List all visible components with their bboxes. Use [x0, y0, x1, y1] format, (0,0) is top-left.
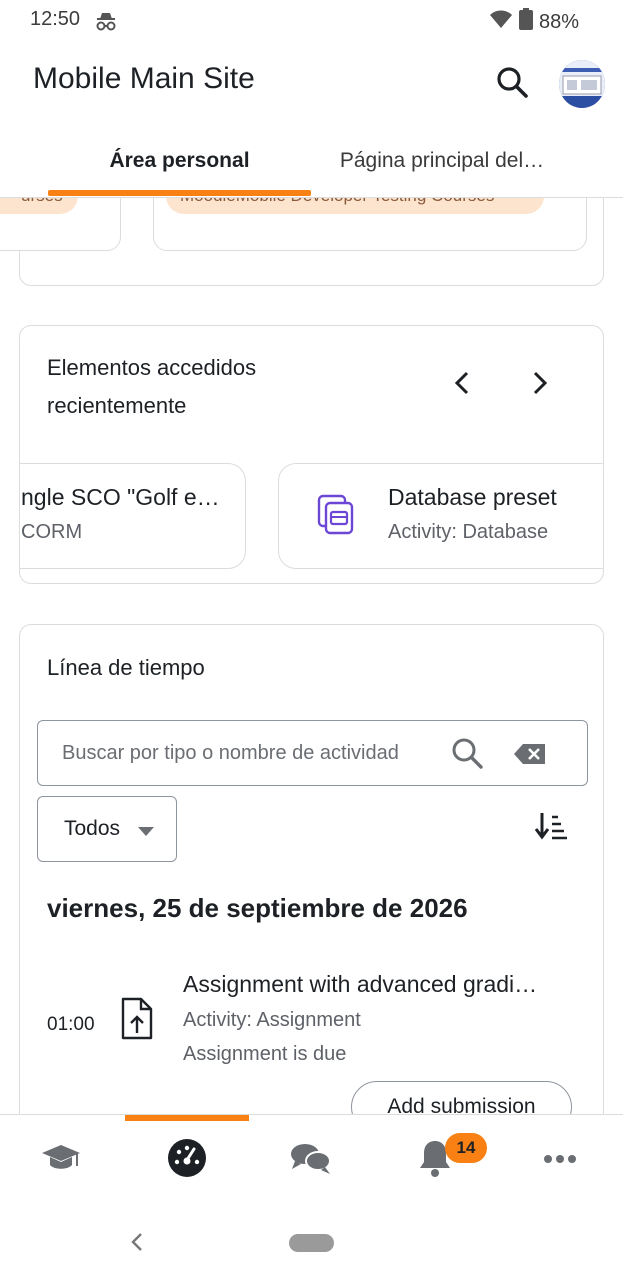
event-status: Assignment is due — [183, 1043, 347, 1065]
home-pill[interactable] — [289, 1234, 334, 1252]
next-button[interactable] — [518, 363, 562, 407]
courses-block: urses MoodleMobile Developer Testing Cou… — [0, 198, 604, 286]
previous-button[interactable] — [440, 363, 484, 407]
chevron-left-icon — [453, 370, 471, 401]
active-tab-indicator — [48, 190, 311, 196]
search-button[interactable] — [490, 62, 534, 106]
more-dots-icon — [543, 1151, 577, 1169]
tab-site-home[interactable]: Página principal del… — [311, 124, 573, 198]
battery-level: 88% — [538, 10, 579, 33]
notifications-badge: 14 — [445, 1133, 487, 1163]
event-title[interactable]: Assignment with advanced gradi… — [183, 971, 537, 998]
recent-item[interactable]: Database preset Activity: Database — [278, 463, 603, 569]
battery-icon — [518, 8, 533, 36]
recent-items-block: Elementos accedidos recientemente ngle S… — [19, 325, 604, 584]
course-card[interactable]: urses — [0, 198, 121, 251]
assignment-icon — [120, 997, 154, 1046]
chat-bubbles-icon — [290, 1141, 332, 1180]
filter-value: Todos — [64, 817, 121, 840]
active-nav-indicator — [125, 1115, 249, 1121]
tab-personal-area[interactable]: Área personal — [48, 124, 311, 198]
bottom-navigation: 14 — [0, 1114, 623, 1202]
event-time: 01:00 — [47, 1014, 95, 1035]
recent-item-title: Database preset — [388, 484, 557, 510]
clear-search-icon[interactable] — [513, 743, 547, 770]
timeline-search — [37, 720, 588, 786]
dashboard-content: urses MoodleMobile Developer Testing Cou… — [0, 198, 623, 1114]
course-card[interactable]: MoodleMobile Developer Testing Courses — [153, 198, 587, 251]
system-navigation — [0, 1202, 623, 1280]
recent-items-title-line2: recientemente — [47, 393, 187, 418]
site-title: Mobile Main Site — [33, 62, 255, 95]
incognito-icon — [94, 10, 118, 37]
user-avatar[interactable] — [559, 60, 605, 108]
recent-items-title: Elementos accedidos — [47, 355, 257, 380]
nav-my-courses[interactable] — [31, 1135, 91, 1185]
timeline-block: Línea de tiempo Todos viernes, 25 de sep… — [19, 624, 604, 1114]
timeline-filter-select[interactable]: Todos — [37, 796, 177, 862]
course-category-pill: urses — [0, 198, 78, 214]
status-time: 12:50 — [30, 8, 81, 30]
search-icon — [495, 65, 529, 104]
recent-item-subtitle: Activity: Database — [388, 521, 549, 543]
timeline-date-heading: viernes, 25 de septiembre de 2026 — [47, 893, 468, 923]
wifi-icon — [489, 9, 513, 35]
recent-item[interactable]: ngle SCO "Golf e… CORM — [20, 463, 246, 569]
app-header: Mobile Main Site — [0, 40, 623, 124]
nav-dashboard[interactable] — [157, 1135, 217, 1185]
course-category-pill: MoodleMobile Developer Testing Courses — [166, 198, 544, 214]
recent-item-subtitle: CORM — [21, 521, 83, 543]
timeline-title: Línea de tiempo — [47, 655, 205, 680]
main-tabs: Área personal Página principal del… — [0, 124, 623, 198]
graduation-cap-icon — [41, 1143, 81, 1178]
nav-more[interactable] — [530, 1135, 590, 1185]
timeline-search-input[interactable] — [62, 733, 430, 773]
status-bar: 12:50 88% — [0, 0, 623, 40]
chevron-right-icon — [531, 370, 549, 401]
event-activity-type: Activity: Assignment — [183, 1009, 361, 1031]
sort-icon[interactable] — [534, 811, 568, 846]
back-icon[interactable] — [128, 1230, 146, 1259]
database-icon — [317, 494, 357, 543]
search-icon[interactable] — [450, 736, 484, 775]
recent-item-title: ngle SCO "Golf e… — [21, 484, 220, 510]
dashboard-icon — [167, 1138, 207, 1183]
add-submission-button[interactable]: Add submission — [351, 1081, 572, 1114]
caret-down-icon — [138, 827, 154, 836]
nav-messages[interactable] — [281, 1135, 341, 1185]
